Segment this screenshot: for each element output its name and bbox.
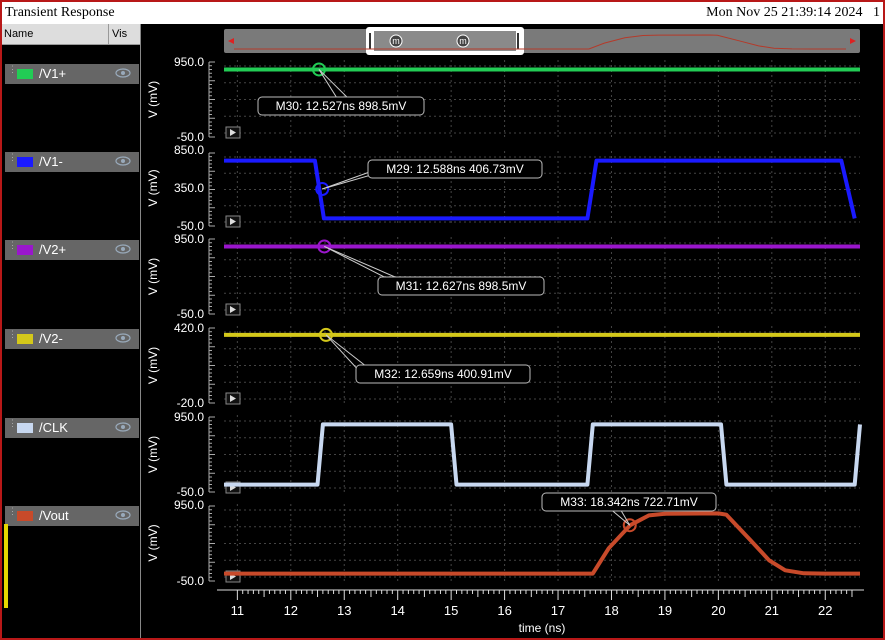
marker-label: M31: 12.627ns 898.5mV (396, 279, 527, 293)
x-tick-label: 20 (711, 603, 725, 618)
y-tick-label: -50.0 (177, 130, 205, 144)
y-axis-label: V (mV) (146, 81, 160, 118)
x-tick-label: 22 (818, 603, 832, 618)
x-tick-label: 11 (231, 603, 245, 618)
x-tick-label: 17 (551, 603, 565, 618)
drag-handle-right[interactable] (517, 33, 519, 49)
subplot-0[interactable]: 950.0 -50.0 V (mV) M30: 12.527ns 898.5mV (146, 55, 860, 144)
x-tick-label: 16 (497, 603, 511, 618)
waveform-window: Transient Response Mon Nov 25 21:39:14 2… (0, 0, 885, 640)
y-tick-label: -20.0 (177, 396, 205, 410)
x-tick-label: 12 (284, 603, 298, 618)
subplot-1[interactable]: 850.0 -50.0 350.0 V (mV) M29: 12.588ns 406.7… (146, 143, 860, 233)
overview-marker-glyph: m (459, 36, 467, 46)
y-axis-label: V (mV) (146, 169, 160, 206)
subplot-2[interactable]: 950.0 -50.0 V (mV) M31: 12.627ns 898.5mV (146, 232, 860, 321)
y-tick-label: 420.0 (174, 321, 204, 335)
x-tick-label: 18 (604, 603, 618, 618)
y-tick-label: 950.0 (174, 55, 204, 69)
marker-label: M30: 12.527ns 898.5mV (276, 99, 407, 113)
marker-label: M29: 12.588ns 406.73mV (386, 162, 523, 176)
y-tick-label: -50.0 (177, 219, 205, 233)
subplot-5[interactable]: 950.0 -50.0 V (mV) M33: 18.342ns 722.71mV (146, 492, 860, 588)
subplot-3[interactable]: 420.0 -20.0 V (mV) M32: 12.659ns 400.91mV (146, 321, 860, 410)
y-axis-label: V (mV) (146, 436, 160, 473)
x-tick-label: 14 (390, 603, 404, 618)
overview-marker-glyph: m (392, 36, 400, 46)
waveform-plot-area[interactable]: m m950.0-50.0V (mV) M30: 12.527ns 898.5mV8… (2, 2, 883, 638)
y-tick-label: 950.0 (174, 410, 204, 424)
y-tick-label: -50.0 (177, 574, 205, 588)
y-axis-label: V (mV) (146, 258, 160, 295)
y-tick-label: -50.0 (177, 485, 205, 499)
x-tick-label: 19 (658, 603, 672, 618)
drag-handle-left[interactable] (369, 33, 371, 49)
marker-label: M32: 12.659ns 400.91mV (374, 367, 511, 381)
y-axis-label: V (mV) (146, 347, 160, 384)
y-tick-label: 950.0 (174, 232, 204, 246)
y-tick-label: 850.0 (174, 143, 204, 157)
x-tick-label: 15 (444, 603, 458, 618)
x-tick-label: 21 (765, 603, 779, 618)
y-tick-label: 350.0 (174, 181, 204, 195)
x-axis-label: time (ns) (519, 621, 566, 635)
subplot-4[interactable]: 950.0 -50.0 V (mV) (146, 410, 862, 499)
marker-label: M33: 18.342ns 722.71mV (560, 495, 697, 509)
x-tick-label: 13 (337, 603, 351, 618)
y-axis-label: V (mV) (146, 524, 160, 561)
y-tick-label: -50.0 (177, 307, 205, 321)
y-tick-label: 950.0 (174, 498, 204, 512)
